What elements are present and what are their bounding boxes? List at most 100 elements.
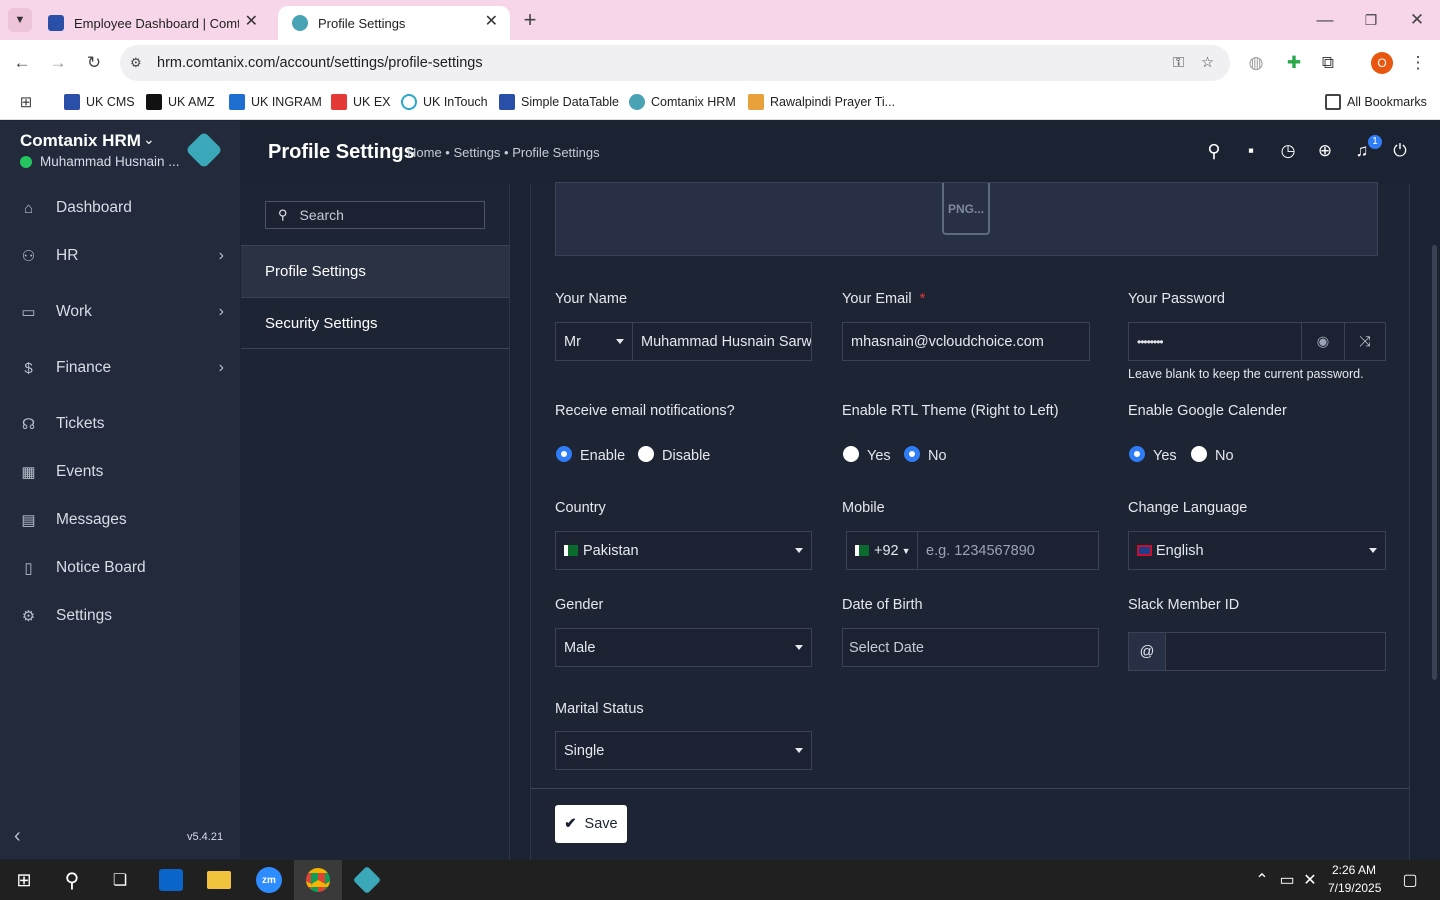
new-tab-icon[interactable]: + bbox=[518, 7, 542, 32]
mobile-input[interactable]: e.g. 1234567890 bbox=[917, 531, 1099, 570]
power-logout-icon[interactable]: ⏻ bbox=[1388, 139, 1412, 163]
name-input[interactable]: Muhammad Husnain Sarw bbox=[632, 322, 812, 361]
outlook-icon[interactable] bbox=[147, 860, 195, 900]
extension-icon[interactable]: ✚ bbox=[1282, 51, 1306, 75]
datatable-favicon-icon bbox=[64, 94, 80, 110]
all-bookmarks[interactable]: All Bookmarks bbox=[1325, 92, 1427, 112]
bookmark-prayer-times[interactable]: Rawalpindi Prayer Ti... bbox=[748, 92, 895, 112]
page-header: Profile Settings Home • Settings • Profi… bbox=[240, 121, 1440, 184]
password-hint: Leave blank to keep the current password… bbox=[1128, 367, 1364, 381]
email-input[interactable]: mhasnain@vcloudchoice.com bbox=[842, 322, 1090, 361]
comtanix-app-icon[interactable] bbox=[343, 860, 391, 900]
sidebar-item-tickets[interactable]: ☊ Tickets bbox=[0, 402, 240, 446]
taskbar-search-icon[interactable]: ⚲ bbox=[48, 860, 96, 900]
bookmark-comtanix-hrm[interactable]: Comtanix HRM bbox=[629, 92, 736, 112]
sidebar-item-events[interactable]: ▦ Events bbox=[0, 450, 240, 494]
reload-icon[interactable]: ↻ bbox=[82, 51, 106, 75]
settings-menu-item-profile[interactable]: Profile Settings bbox=[241, 245, 509, 298]
back-icon[interactable]: ← bbox=[10, 51, 34, 75]
brand-dropdown-chevron-icon[interactable]: ⌄ bbox=[143, 131, 155, 148]
slack-member-id-input[interactable] bbox=[1165, 632, 1386, 671]
sidebar: Comtanix HRM ⌄ Muhammad Husnain ... ⌂ Das… bbox=[0, 121, 240, 859]
toggle-password-eye-icon[interactable]: ◉ bbox=[1301, 322, 1345, 361]
sticky-note-icon[interactable]: ▪ bbox=[1239, 139, 1263, 163]
add-circle-icon[interactable]: ⊕ bbox=[1313, 139, 1337, 163]
sidebar-item-work[interactable]: ▭ Work › bbox=[0, 290, 240, 334]
chrome-menu-icon[interactable]: ⋮ bbox=[1406, 51, 1430, 75]
collapse-sidebar-icon[interactable]: ‹ bbox=[14, 825, 21, 848]
gender-select[interactable]: Male bbox=[555, 628, 812, 667]
bookmark-simple-datatable[interactable]: Simple DataTable bbox=[499, 92, 619, 112]
task-view-icon[interactable]: ❏ bbox=[96, 860, 144, 900]
zoom-icon[interactable]: zm bbox=[245, 860, 293, 900]
country-select[interactable]: Pakistan bbox=[555, 531, 812, 570]
sidebar-item-dashboard[interactable]: ⌂ Dashboard bbox=[0, 186, 240, 230]
brand-name[interactable]: Comtanix HRM bbox=[20, 131, 141, 151]
bookmark-star-icon[interactable]: ☆ bbox=[1201, 45, 1214, 81]
salutation-select[interactable]: Mr bbox=[555, 322, 633, 361]
sidebar-item-hr[interactable]: ⚇ HR › bbox=[0, 234, 240, 278]
chrome-taskbar-icon[interactable] bbox=[294, 860, 342, 900]
bookmark-uk-cms[interactable]: UK CMS bbox=[64, 92, 135, 112]
tab-title: Employee Dashboard | Comtan bbox=[74, 15, 239, 31]
show-hidden-icons-icon[interactable]: ⌃ bbox=[1252, 860, 1272, 900]
close-window-icon[interactable]: ✕ bbox=[1402, 6, 1432, 34]
tab-search-icon[interactable]: ▼ bbox=[8, 8, 32, 32]
search-placeholder: Search bbox=[299, 207, 344, 223]
network-icon[interactable]: ▭ bbox=[1276, 860, 1298, 900]
puzzle-extensions-icon[interactable]: ⧉ bbox=[1316, 51, 1340, 75]
site-info-icon[interactable]: ⚙ bbox=[130, 45, 142, 81]
country-code-select[interactable]: +92 ▼ bbox=[846, 531, 918, 570]
radio-gcal-no[interactable] bbox=[1191, 446, 1207, 462]
radio-email-disable[interactable] bbox=[638, 446, 654, 462]
settings-menu-item-security[interactable]: Security Settings bbox=[241, 298, 509, 349]
page-scrollbar[interactable] bbox=[1432, 245, 1437, 680]
radio-rtl-yes[interactable] bbox=[843, 446, 859, 462]
profile-avatar[interactable]: O bbox=[1371, 52, 1393, 74]
bookmark-uk-amz[interactable]: UK AMZ bbox=[146, 92, 215, 112]
settings-search-box[interactable]: ⚲ Search bbox=[265, 201, 485, 229]
rtl-theme-label: Enable RTL Theme (Right to Left) bbox=[842, 403, 1059, 419]
password-input[interactable]: •••••••• bbox=[1128, 322, 1302, 361]
sidebar-item-settings[interactable]: ⚙ Settings bbox=[0, 594, 240, 638]
save-button[interactable]: ✔ Save bbox=[555, 805, 627, 843]
message-icon: ▤ bbox=[21, 512, 36, 529]
radio-gcal-yes[interactable] bbox=[1129, 446, 1145, 462]
radio-rtl-no[interactable] bbox=[904, 446, 920, 462]
forward-icon[interactable]: → bbox=[46, 51, 70, 75]
taskbar-time[interactable]: 2:26 AM bbox=[1332, 863, 1376, 877]
address-bar[interactable]: ⚙ hrm.comtanix.com/account/settings/prof… bbox=[120, 45, 1230, 81]
clock-icon[interactable]: ◷ bbox=[1276, 139, 1300, 163]
taskbar-date[interactable]: 7/19/2025 bbox=[1328, 881, 1381, 895]
breadcrumb[interactable]: Home • Settings • Profile Settings bbox=[407, 145, 600, 160]
notification-badge: 1 bbox=[1368, 135, 1382, 149]
marital-status-select[interactable]: Single bbox=[555, 731, 812, 770]
tab-employee-dashboard[interactable]: Employee Dashboard | Comtan ✕ bbox=[34, 6, 270, 40]
language-select[interactable]: English bbox=[1128, 531, 1386, 570]
apps-grid-icon[interactable]: ⊞ bbox=[16, 92, 36, 112]
notification-center-icon[interactable]: ▢ bbox=[1386, 860, 1434, 900]
sidebar-item-messages[interactable]: ▤ Messages bbox=[0, 498, 240, 542]
bookmark-uk-ingram[interactable]: UK INGRAM bbox=[229, 92, 322, 112]
radio-label: No bbox=[928, 448, 947, 464]
volume-muted-icon[interactable]: ✕ bbox=[1300, 860, 1320, 900]
close-tab-icon[interactable]: ✕ bbox=[485, 14, 498, 30]
radio-email-enable[interactable] bbox=[556, 446, 572, 462]
bookmark-uk-ex[interactable]: UK EX bbox=[331, 92, 391, 112]
tab-profile-settings[interactable]: Profile Settings ✕ bbox=[278, 6, 510, 40]
translate-icon[interactable]: ◍ bbox=[1244, 51, 1268, 75]
password-key-icon[interactable]: ⚿ bbox=[1173, 45, 1184, 81]
generate-password-shuffle-icon[interactable]: ⤨ bbox=[1344, 322, 1386, 361]
sidebar-item-notice-board[interactable]: ▯ Notice Board bbox=[0, 546, 240, 590]
image-upload-dropzone[interactable]: PNG... bbox=[555, 182, 1378, 256]
sidebar-item-finance[interactable]: $ Finance › bbox=[0, 346, 240, 390]
search-icon[interactable]: ⚲ bbox=[1202, 139, 1226, 163]
bookmark-uk-intouch[interactable]: UK InTouch bbox=[401, 92, 488, 112]
file-explorer-icon[interactable] bbox=[195, 860, 243, 900]
caret-down-icon bbox=[1369, 548, 1377, 553]
minimize-icon[interactable]: — bbox=[1310, 6, 1340, 34]
date-of-birth-input[interactable]: Select Date bbox=[842, 628, 1099, 667]
close-tab-icon[interactable]: ✕ bbox=[245, 14, 258, 30]
restore-icon[interactable]: ❐ bbox=[1356, 6, 1386, 34]
windows-start-icon[interactable]: ⊞ bbox=[0, 860, 48, 900]
